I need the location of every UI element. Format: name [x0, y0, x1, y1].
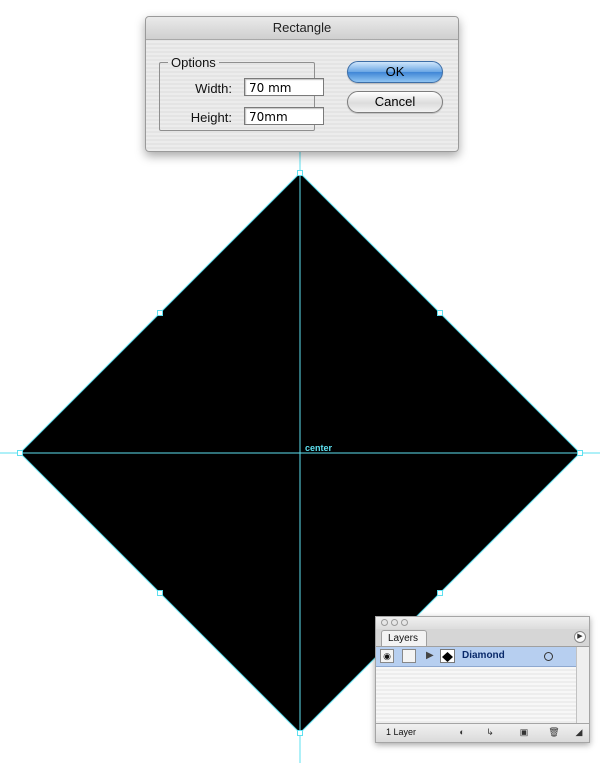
layer-list-scrollbar[interactable] — [576, 647, 589, 723]
rectangle-dialog: Rectangle Options Width: 70 mm Height: 7… — [145, 16, 459, 152]
anchor-bottom[interactable] — [297, 730, 303, 736]
cancel-button[interactable]: Cancel — [347, 91, 443, 113]
layer-row-diamond[interactable]: ◉ ▶ Diamond — [376, 647, 576, 667]
create-layer-icon[interactable]: ▣ — [518, 727, 530, 738]
layer-thumbnail-icon — [440, 649, 455, 663]
tab-layers[interactable]: Layers — [381, 630, 427, 646]
create-sublayer-icon[interactable]: ↳ — [484, 727, 496, 738]
height-field[interactable]: 70mm — [244, 107, 324, 125]
layer-list: ◉ ▶ Diamond — [376, 647, 576, 723]
trash-icon[interactable]: 🗑 — [548, 727, 560, 738]
dialog-title: Rectangle — [146, 17, 458, 40]
options-legend: Options — [171, 55, 216, 70]
width-field[interactable]: 70 mm — [244, 78, 324, 96]
minimize-icon[interactable] — [391, 619, 398, 626]
layer-count: 1 Layer — [386, 727, 417, 737]
panel-menu-icon[interactable]: ▶ — [574, 631, 586, 643]
panel-titlebar — [376, 617, 589, 629]
anchor-mid-top-right[interactable] — [437, 310, 443, 316]
layers-panel: Layers ▶ ◉ ▶ Diamond 1 Layer ◐ ↳ ▣ 🗑 ◢ — [375, 616, 590, 743]
options-group: Options Width: 70 mm Height: 70mm — [159, 55, 324, 131]
expand-arrow-icon[interactable]: ▶ — [426, 650, 434, 661]
anchor-right[interactable] — [577, 450, 583, 456]
zoom-icon[interactable] — [401, 619, 408, 626]
close-icon[interactable] — [381, 619, 388, 626]
target-icon[interactable] — [544, 652, 553, 661]
eye-icon[interactable]: ◉ — [380, 649, 394, 663]
panel-footer: 1 Layer ◐ ↳ ▣ 🗑 ◢ — [376, 723, 589, 742]
anchor-left[interactable] — [17, 450, 23, 456]
anchor-mid-bottom-left[interactable] — [157, 590, 163, 596]
lock-toggle-icon[interactable] — [402, 649, 416, 663]
layer-name[interactable]: Diamond — [462, 650, 505, 661]
center-smart-guide-label: center — [305, 443, 333, 453]
anchor-mid-top-left[interactable] — [157, 310, 163, 316]
resize-grip-icon[interactable]: ◢ — [574, 727, 584, 738]
height-label: Height: — [190, 110, 232, 125]
panel-tab-strip: Layers ▶ — [376, 629, 589, 647]
ok-button[interactable]: OK — [347, 61, 443, 83]
anchor-mid-bottom-right[interactable] — [437, 590, 443, 596]
width-label: Width: — [195, 81, 232, 96]
make-clipping-mask-icon[interactable]: ◐ — [456, 727, 468, 738]
anchor-top[interactable] — [297, 170, 303, 176]
